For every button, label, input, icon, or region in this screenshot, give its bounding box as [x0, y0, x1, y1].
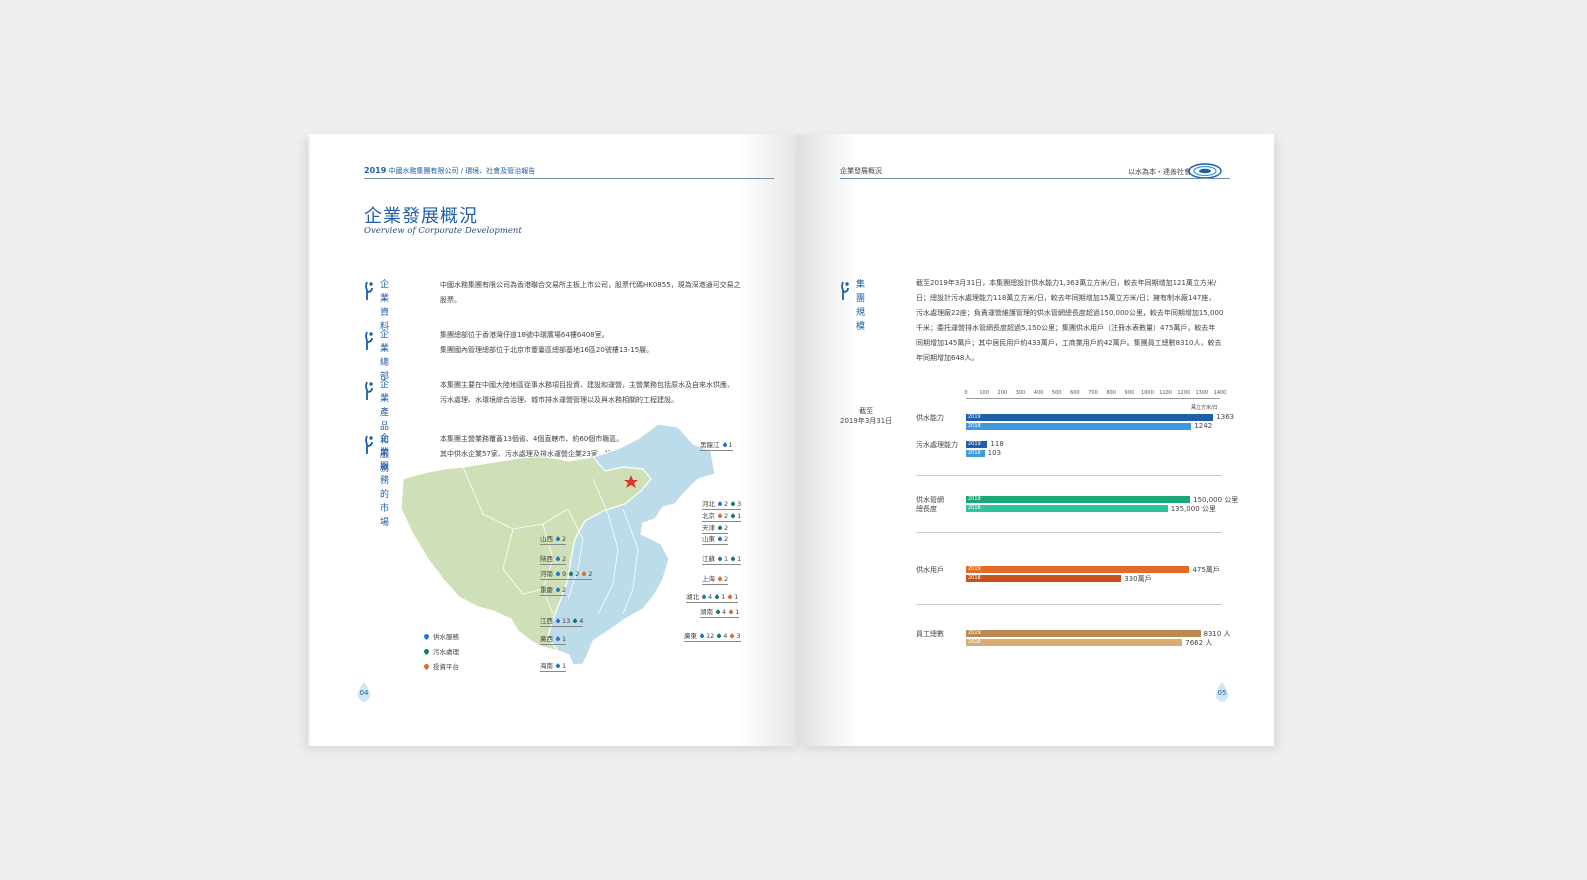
x-tick-label: 700	[1088, 390, 1098, 396]
header-rule	[364, 178, 774, 179]
province-label: 河南 9 2 2	[540, 570, 593, 580]
series-year-label: 2019	[968, 496, 981, 502]
water-drop-icon	[422, 632, 431, 641]
category-label: 供水管網 總長度	[916, 496, 944, 513]
category-label: 污水處理能力	[916, 441, 958, 449]
water-pipe-icon	[365, 331, 374, 350]
section-label: 企業 資料	[380, 280, 390, 332]
series-year-label: 2018	[968, 505, 981, 511]
right-page: 企業發展概況 以水為本・達善社會 集團 規模 截至2019年3月31日，本集團總設…	[798, 134, 1274, 746]
series-year-label: 2019	[968, 441, 981, 447]
bar: 2019	[966, 414, 1214, 421]
province-label: 山西 2	[540, 535, 567, 545]
page-subtitle: Overview of Corporate Development	[364, 226, 522, 236]
province-label: 上海 2	[702, 575, 729, 585]
x-axis	[966, 398, 1220, 399]
bar: 2019	[966, 496, 1191, 503]
province-label: 湖南 4 1	[700, 608, 740, 618]
province-label: 北京 2 1	[702, 512, 742, 522]
section-label: 企業 總部	[380, 330, 390, 382]
x-tick-label: 200	[997, 390, 1008, 396]
open-book: 2019 中國水務集團有限公司 / 環境、社會及管治報告 企業發展概況 Over…	[308, 134, 1274, 746]
series-year-label: 2018	[968, 450, 981, 456]
bar: 2018	[966, 423, 1192, 430]
page-number: 05	[1214, 682, 1230, 702]
x-tick-label: 400	[1033, 390, 1044, 396]
province-label: 廣西 1	[540, 635, 567, 645]
province-label: 江西 13 4	[540, 617, 584, 627]
bar: 2018	[966, 450, 985, 457]
province-label: 重慶 2	[540, 586, 567, 596]
province-label: 陝西 2	[540, 555, 567, 565]
province-label: 山東 2	[702, 535, 729, 545]
series-year-label: 2018	[968, 575, 981, 581]
x-tick-label: 1400	[1213, 390, 1227, 396]
water-pipe-icon	[365, 435, 374, 454]
header-text: 中國水務集團有限公司 / 環境、社會及管治報告	[388, 167, 536, 175]
x-tick-label: 1100	[1159, 390, 1172, 396]
water-pipe-icon	[365, 281, 374, 300]
province-label: 江蘇 1 1	[702, 555, 742, 565]
bar: 2019	[966, 630, 1201, 637]
bar-value-label: 1242	[1194, 422, 1213, 430]
bar: 2018	[966, 575, 1122, 582]
bar: 2018	[966, 639, 1183, 646]
x-tick-label: 0	[964, 390, 968, 396]
legend-investment: 投資平台	[422, 661, 459, 671]
province-label: 廣東 12 4 3	[684, 632, 741, 642]
x-tick-label: 900	[1124, 390, 1135, 396]
province-label: 黑龍江 1	[700, 441, 733, 451]
page-title: 企業發展概況	[364, 206, 478, 227]
x-tick-label: 1200	[1177, 390, 1191, 396]
water-drop-icon	[422, 647, 431, 656]
section-text: 中國水務集團有限公司為香港聯合交易所主板上市公司，股票代碼HK0855，現為深港…	[440, 281, 741, 304]
x-tick-label: 800	[1106, 390, 1116, 396]
x-tick-label: 1300	[1195, 390, 1209, 396]
water-drop-icon	[422, 662, 431, 671]
series-year-label: 2018	[968, 639, 981, 645]
bar-value-label: 7662 人	[1185, 639, 1213, 647]
section-text: 本集團主要在中國大陸地區從事水務項目投資、建設和運營，主營業務包括原水及自來水供…	[440, 381, 734, 404]
page-number: 04	[356, 682, 372, 702]
series-year-label: 2018	[968, 423, 981, 429]
group-divider	[916, 604, 1222, 605]
x-tick-label: 500	[1051, 390, 1062, 396]
x-tick-label: 600	[1070, 390, 1080, 396]
water-pipe-icon	[365, 381, 374, 400]
bar-value-label: 103	[987, 449, 1002, 457]
province-label: 湖北 4 1 1	[686, 593, 739, 603]
category-label: 員工總數	[916, 630, 944, 638]
bar: 2019	[966, 441, 988, 448]
legend-water-supply: 供水服務	[422, 631, 459, 641]
series-year-label: 2019	[968, 566, 981, 572]
group-divider	[916, 532, 1222, 533]
legend-sewage: 污水處理	[422, 646, 459, 656]
group-divider	[916, 475, 1222, 476]
series-year-label: 2019	[968, 630, 981, 636]
axis-unit: 萬立方米/日	[1191, 405, 1218, 411]
section-label: 企業服務 的市場	[380, 434, 390, 528]
x-tick-label: 1000	[1141, 390, 1154, 396]
header-year: 2019	[364, 166, 387, 175]
left-header: 2019 中國水務集團有限公司 / 環境、社會及管治報告	[364, 166, 535, 176]
bar: 2019	[966, 566, 1190, 573]
bar-value-label: 1363	[1216, 413, 1235, 421]
left-page: 2019 中國水務集團有限公司 / 環境、社會及管治報告 企業發展概況 Over…	[308, 134, 798, 746]
bar-value-label: 330萬戶	[1124, 575, 1152, 583]
province-label: 河北 2 3	[702, 500, 742, 510]
section-text: 集團總部位于香港灣仔道18號中環廣場64樓6408室。 集團國內管理總部位于北京市…	[440, 331, 654, 354]
category-label: 供水能力	[916, 414, 944, 422]
scale-bar-chart: 0 100 200 300 400 500 600 700 800 900 1000 1100 1200…	[798, 134, 1274, 746]
x-tick-label: 100	[979, 390, 989, 396]
province-label: 海南 1	[540, 662, 567, 672]
bar-value-label: 475萬戶	[1192, 566, 1220, 574]
bar: 2018	[966, 505, 1168, 512]
x-tick-label: 300	[1015, 390, 1026, 396]
category-label: 供水用戶	[916, 566, 944, 574]
page-edge	[308, 136, 310, 746]
bar-value-label: 135,000 公里	[1170, 505, 1216, 513]
bar-value-label: 118	[990, 440, 1004, 448]
series-year-label: 2019	[968, 414, 981, 420]
